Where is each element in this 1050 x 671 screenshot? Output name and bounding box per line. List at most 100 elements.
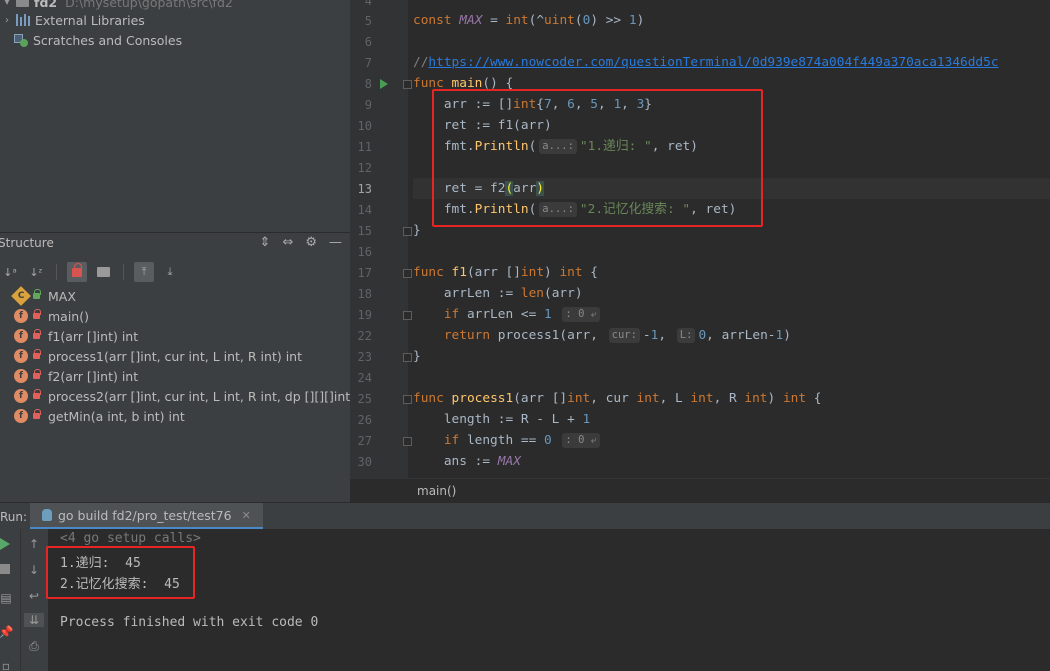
private-lock-icon — [33, 389, 41, 399]
stop-icon[interactable] — [0, 564, 10, 574]
code-line[interactable]: } — [413, 220, 1050, 241]
toolbar-divider — [56, 264, 57, 280]
arrow-down-icon[interactable]: ↓ — [24, 563, 44, 577]
fold-marker-icon[interactable] — [403, 437, 412, 446]
private-lock-icon — [33, 309, 41, 319]
structure-item-label: f2(arr []int) int — [48, 368, 139, 384]
breadcrumb-item[interactable]: main() — [417, 484, 456, 498]
code-line[interactable]: func main() { — [413, 73, 1050, 94]
sort-alphabetically-icon[interactable]: ↓ᶻ — [26, 262, 46, 282]
code-line[interactable]: ans := MAX — [413, 451, 1050, 472]
code-line[interactable]: func process1(arr []int, cur int, L int,… — [413, 388, 1050, 409]
fold-marker-icon[interactable] — [403, 269, 412, 278]
folded-code-hint[interactable]: : 0 ⤶ — [562, 307, 600, 322]
arrow-up-icon[interactable]: ↑ — [24, 537, 44, 551]
folder-icon — [16, 0, 29, 7]
line-number: 5 — [364, 14, 372, 28]
scratches-icon — [14, 33, 28, 47]
autoscroll-from-source-icon[interactable]: ⤓ — [160, 262, 180, 282]
code-line[interactable]: func f1(arr []int) int { — [413, 262, 1050, 283]
go-gopher-icon — [42, 509, 52, 521]
show-private-icon[interactable] — [67, 262, 87, 282]
code-line-current[interactable]: ret = f2(arr) — [413, 178, 1050, 199]
scratches-item[interactable]: Scratches and Consoles — [0, 30, 182, 50]
sort-by-visibility-icon[interactable]: ↓ᵃ — [0, 262, 20, 282]
code-line[interactable]: fmt.Println(a...: "2.记忆化搜索: ", ret) — [413, 199, 1050, 220]
structure-item-label: main() — [48, 308, 89, 324]
code-line[interactable]: fmt.Println(a...: "1.递归: ", ret) — [413, 136, 1050, 157]
code-line[interactable]: return process1(arr, cur: -1, L: 0, arrLen… — [413, 325, 1050, 346]
private-lock-icon — [33, 409, 41, 419]
pin-icon[interactable]: 📌 — [0, 625, 16, 639]
code-line[interactable]: arrLen := len(arr) — [413, 283, 1050, 304]
line-number: 14 — [357, 203, 372, 217]
code-line[interactable]: length := R - L + 1 — [413, 409, 1050, 430]
code-line[interactable]: const MAX = int(^uint(0) >> 1) — [413, 10, 1050, 31]
code-line[interactable]: ret := f1(arr) — [413, 115, 1050, 136]
structure-item[interactable]: f getMin(a int, b int) int — [14, 406, 185, 426]
line-number: 16 — [357, 245, 372, 259]
run-tab-title: go build fd2/pro_test/test76 — [58, 507, 232, 523]
parameter-hint: a...: — [539, 202, 577, 217]
breadcrumb[interactable]: main() — [350, 478, 1050, 502]
rerun-icon[interactable] — [0, 538, 10, 550]
function-icon: f — [14, 309, 28, 323]
expand-all-icon[interactable]: ⇕ — [260, 235, 271, 250]
print-icon[interactable]: ⎙ — [24, 639, 44, 654]
structure-toolbar: ↓ᵃ ↓ᶻ ⤒ ⤓ — [0, 261, 180, 283]
more-icon[interactable]: ▫ — [0, 659, 16, 671]
code-line[interactable]: if arrLen <= 1 : 0 ⤶ — [413, 304, 1050, 325]
scroll-to-end-icon[interactable]: ⇊ — [24, 613, 44, 627]
external-libraries-item[interactable]: › External Libraries — [0, 10, 145, 30]
structure-title: Structure — [0, 236, 54, 250]
structure-item[interactable]: f f2(arr []int) int — [14, 366, 138, 386]
structure-item[interactable]: C MAX — [11, 286, 76, 306]
external-libraries-label: External Libraries — [35, 12, 145, 28]
line-number: 25 — [357, 392, 372, 406]
toolbar-divider — [123, 264, 124, 280]
private-lock-icon — [33, 349, 41, 359]
parameter-hint: cur: — [608, 328, 640, 343]
line-number: 30 — [357, 455, 372, 469]
fold-marker-icon[interactable] — [403, 80, 412, 89]
line-number: 19 — [357, 308, 372, 322]
chevron-right-icon[interactable]: › — [0, 15, 14, 26]
autoscroll-to-source-icon[interactable]: ⤒ — [134, 262, 154, 282]
function-icon: f — [14, 409, 28, 423]
structure-item-label: f1(arr []int) int — [48, 328, 139, 344]
structure-item-label: process1(arr []int, cur int, L int, R in… — [48, 348, 302, 364]
private-lock-icon — [33, 329, 41, 339]
line-number: 12 — [357, 161, 372, 175]
comment-link[interactable]: https://www.nowcoder.com/questionTermina… — [428, 55, 998, 70]
structure-item[interactable]: f main() — [14, 306, 89, 326]
line-number: 8 — [364, 77, 372, 91]
layout-icon[interactable]: ▤ — [0, 591, 16, 605]
show-folders-icon[interactable] — [93, 262, 113, 282]
structure-item[interactable]: f process2(arr []int, cur int, L int, R … — [14, 386, 375, 406]
line-number: 27 — [357, 434, 372, 448]
fold-marker-icon[interactable] — [403, 227, 412, 236]
collapse-all-icon[interactable]: ⇔ — [282, 235, 293, 250]
run-config-tab[interactable]: go build fd2/pro_test/test76 ✕ — [30, 503, 263, 530]
code-line[interactable]: } — [413, 346, 1050, 367]
code-line[interactable]: if length == 0 : 0 ⤶ — [413, 430, 1050, 451]
editor-gutter: 4 5 6 7 8 9 10 11 12 13 14 15 16 17 18 1… — [350, 0, 412, 478]
line-number: 26 — [357, 413, 372, 427]
run-gutter-icon[interactable] — [380, 79, 388, 89]
minimize-icon[interactable]: — — [329, 235, 342, 250]
close-icon[interactable]: ✕ — [242, 509, 251, 522]
fold-marker-icon[interactable] — [403, 353, 412, 362]
gear-icon[interactable]: ⚙ — [305, 235, 317, 250]
function-icon: f — [14, 389, 28, 403]
fold-marker-icon[interactable] — [403, 395, 412, 404]
code-line[interactable]: //https://www.nowcoder.com/questionTermi… — [413, 52, 1050, 73]
structure-item[interactable]: f f1(arr []int) int — [14, 326, 138, 346]
chevron-down-icon[interactable]: ▾ — [0, 0, 14, 8]
soft-wrap-icon[interactable]: ↩ — [24, 589, 44, 603]
code-editor[interactable]: 4 5 6 7 8 9 10 11 12 13 14 15 16 17 18 1… — [350, 0, 1050, 502]
folded-code-hint[interactable]: : 0 ⤶ — [562, 433, 600, 448]
structure-item[interactable]: f process1(arr []int, cur int, L int, R … — [14, 346, 302, 366]
fold-marker-icon[interactable] — [403, 311, 412, 320]
code-line[interactable]: arr := []int{7, 6, 5, 1, 3} — [413, 94, 1050, 115]
run-console[interactable]: ▤ 📌 ▫ ↑ ↓ ↩ ⇊ ⎙ <4 go setup calls> 1.递归:… — [0, 529, 1050, 671]
